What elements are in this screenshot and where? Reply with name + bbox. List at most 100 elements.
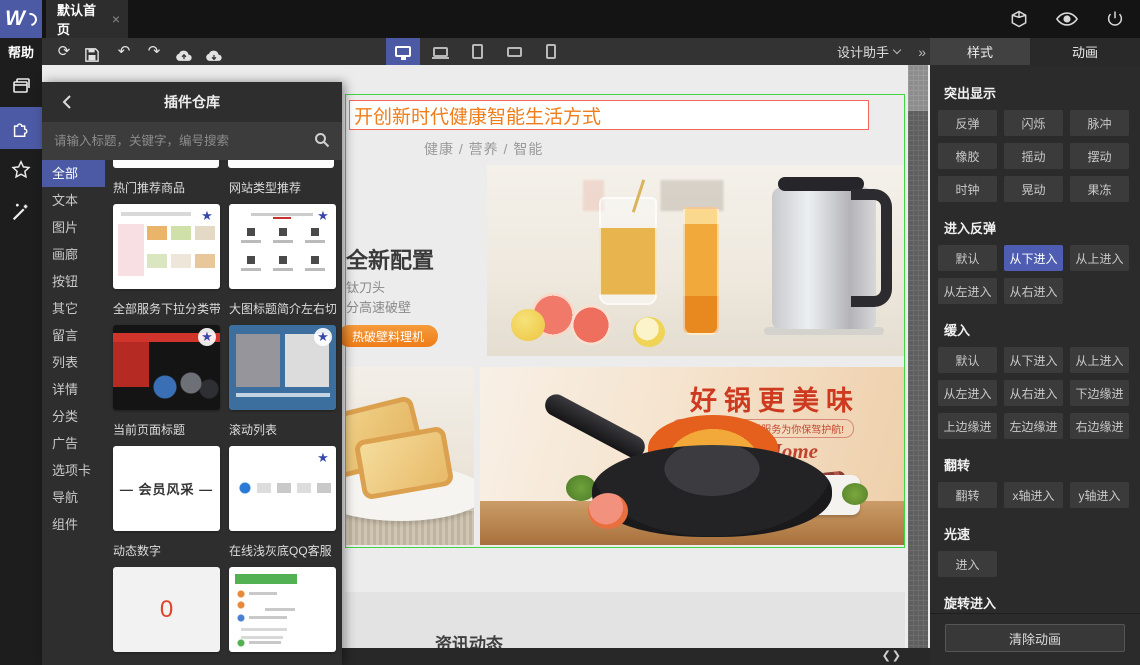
anim-option-button[interactable]: 晃动 — [1004, 176, 1063, 202]
anim-option-button[interactable]: 从上进入 — [1070, 347, 1129, 373]
anim-option-button[interactable]: 脉冲 — [1070, 110, 1129, 136]
anim-option-button[interactable]: 从右进入 — [1004, 278, 1063, 304]
promo-text-block[interactable]: 全新配置 钛刀头 分高速破壁 热破壁料理机 — [338, 165, 481, 356]
canvas-scrollbar[interactable] — [908, 65, 928, 648]
category-item[interactable]: 详情 — [42, 376, 105, 403]
category-item[interactable]: 导航 — [42, 484, 105, 511]
refresh-icon[interactable]: ⟳ — [55, 38, 73, 65]
category-item[interactable]: 图片 — [42, 214, 105, 241]
device-phone-landscape-button[interactable] — [497, 38, 531, 65]
device-laptop-button[interactable] — [423, 38, 457, 65]
plugin-card[interactable]: 滚动列表 ★ — [229, 410, 336, 531]
plugin-card[interactable]: 大图标题简介左右切... ★ — [229, 289, 336, 410]
category-item[interactable]: 留言 — [42, 322, 105, 349]
anim-option-button[interactable]: 从下进入 — [1004, 347, 1063, 373]
anim-option-button[interactable]: 从左进入 — [938, 278, 997, 304]
clear-animation-button[interactable]: 清除动画 — [945, 624, 1125, 652]
anim-option-button[interactable]: 果冻 — [1070, 176, 1129, 202]
save-icon[interactable] — [85, 42, 103, 62]
anim-option-button[interactable]: y轴进入 — [1070, 482, 1129, 508]
news-section[interactable]: 资讯动态 — [345, 592, 905, 648]
selected-section-outline[interactable]: 开创新时代健康智能生活方式 健康 / 营养 / 智能 全新配置 钛刀头 分高速破… — [338, 94, 905, 548]
headline-selection-box[interactable]: 开创新时代健康智能生活方式 — [349, 100, 869, 130]
favorite-star-icon[interactable]: ★ — [198, 207, 216, 225]
category-item[interactable]: 列表 — [42, 349, 105, 376]
preview-eye-icon[interactable] — [1056, 8, 1078, 30]
components-box-icon[interactable] — [1008, 8, 1030, 30]
wok-banner[interactable]: 好锅更美味 无忧购物，至诚服务为你保驾护航! Warm Home — [480, 367, 904, 545]
scrollbar-thumb[interactable] — [908, 65, 928, 111]
plugin-search-input[interactable] — [42, 134, 342, 148]
sidebar-favorites-button[interactable] — [0, 149, 42, 191]
plugin-card[interactable]: 网站类型推荐 ★ — [229, 168, 336, 289]
redo-icon[interactable]: ↷ — [145, 38, 163, 65]
power-icon[interactable] — [1104, 8, 1126, 30]
page-subtitle[interactable]: 健康 / 营养 / 智能 — [424, 139, 543, 159]
favorite-star-icon[interactable]: ★ — [314, 207, 332, 225]
undo-icon[interactable]: ↶ — [115, 38, 133, 65]
anim-option-button[interactable]: 从下进入 — [1004, 245, 1063, 271]
favorite-star-icon[interactable]: ★ — [314, 328, 332, 346]
anim-option-button[interactable]: 橡胶 — [938, 143, 997, 169]
sidebar-plugins-button[interactable] — [0, 107, 42, 149]
collapse-panel-button[interactable]: » — [918, 38, 926, 65]
category-item[interactable]: 广告 — [42, 430, 105, 457]
favorite-star-icon[interactable]: ★ — [198, 328, 216, 346]
tab-close-icon[interactable]: × — [112, 11, 120, 27]
anim-option-button[interactable]: 摆动 — [1070, 143, 1129, 169]
code-view-icon[interactable]: ❮❯ — [882, 649, 902, 662]
cloud-upload-icon[interactable] — [175, 42, 193, 62]
anim-option-button[interactable]: 翻转 — [938, 482, 997, 508]
back-chevron-icon[interactable] — [56, 91, 78, 113]
anim-option-button[interactable]: 时钟 — [938, 176, 997, 202]
plugin-card[interactable]: 当前页面标题 — 会员风采 — — [113, 410, 220, 531]
category-item[interactable]: 全部 — [42, 160, 105, 187]
anim-option-button[interactable]: 右边缘进 — [1070, 413, 1129, 439]
anim-option-button[interactable]: 默认 — [938, 347, 997, 373]
plugin-card[interactable]: 联系我们 — [113, 652, 220, 665]
category-item[interactable]: 按钮 — [42, 268, 105, 295]
favorite-star-icon[interactable]: ★ — [314, 449, 332, 467]
plugin-card[interactable]: 全部服务下拉分类带... ★ — [113, 289, 220, 410]
tab-style[interactable]: 样式 — [930, 38, 1030, 65]
tab-animation[interactable]: 动画 — [1030, 38, 1140, 65]
plugin-card[interactable]: 在线浅灰底QQ客服 — [229, 531, 336, 652]
plugin-card-partial[interactable] — [113, 160, 219, 168]
category-item[interactable]: 文本 — [42, 187, 105, 214]
anim-option-button[interactable]: 上边缘进 — [938, 413, 997, 439]
device-phone-button[interactable] — [534, 38, 568, 65]
anim-option-button[interactable]: 从上进入 — [1070, 245, 1129, 271]
anim-option-button[interactable]: 反弹 — [938, 110, 997, 136]
kettle-photo[interactable] — [487, 165, 904, 356]
sidebar-pages-button[interactable] — [0, 65, 42, 107]
anim-option-button[interactable]: 进入 — [938, 551, 997, 577]
toast-photo[interactable] — [346, 367, 474, 545]
anim-option-button[interactable]: 从右进入 — [1004, 380, 1063, 406]
category-item[interactable]: 选项卡 — [42, 457, 105, 484]
anim-option-button[interactable]: 左边缘进 — [1004, 413, 1063, 439]
design-assistant-dropdown[interactable]: 设计助手 — [837, 38, 902, 65]
plugin-card[interactable]: 页眉2 — [229, 652, 336, 665]
category-item[interactable]: 其它 — [42, 295, 105, 322]
device-desktop-button[interactable] — [386, 38, 420, 65]
promo-button[interactable]: 热破壁料理机 — [338, 325, 439, 347]
cloud-download-icon[interactable] — [205, 42, 223, 62]
help-button[interactable]: 帮助 — [0, 38, 42, 65]
plugin-card-partial[interactable] — [228, 160, 334, 168]
anim-option-button[interactable]: 从左进入 — [938, 380, 997, 406]
anim-option-button[interactable]: 摇动 — [1004, 143, 1063, 169]
page-headline[interactable]: 开创新时代健康智能生活方式 — [350, 102, 601, 129]
category-item[interactable]: 组件 — [42, 511, 105, 538]
search-icon[interactable] — [314, 132, 330, 148]
category-item[interactable]: 画廊 — [42, 241, 105, 268]
plugin-card[interactable]: 热门推荐商品 ★ — [113, 168, 220, 289]
anim-option-button[interactable]: 闪烁 — [1004, 110, 1063, 136]
page-tab[interactable]: 默认首页 × — [46, 0, 128, 38]
device-tablet-button[interactable] — [460, 38, 494, 65]
sidebar-wand-button[interactable] — [0, 191, 42, 233]
anim-option-button[interactable]: x轴进入 — [1004, 482, 1063, 508]
anim-option-button[interactable]: 下边缘进 — [1070, 380, 1129, 406]
anim-option-button[interactable]: 默认 — [938, 245, 997, 271]
plugin-card[interactable]: 动态数字 0 — [113, 531, 220, 652]
category-item[interactable]: 分类 — [42, 403, 105, 430]
